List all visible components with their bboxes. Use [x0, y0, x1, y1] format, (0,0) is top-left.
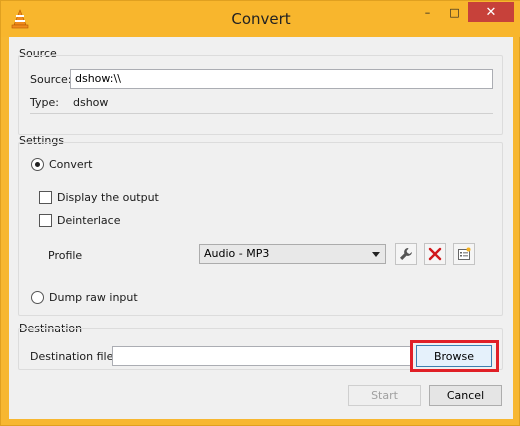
dialog-body: Source Source: dshow:\\ Type: dshow Sett… [9, 37, 513, 419]
destination-file-label: Destination file: [30, 350, 118, 363]
start-button[interactable]: Start [348, 385, 421, 406]
new-profile-button[interactable] [453, 243, 475, 265]
display-output-label[interactable]: Display the output [57, 191, 159, 204]
type-value: dshow [73, 96, 109, 109]
chevron-down-icon [372, 252, 380, 257]
minimize-button[interactable]: – [414, 2, 441, 22]
cancel-button[interactable]: Cancel [429, 385, 502, 406]
edit-profile-button[interactable] [395, 243, 417, 265]
profile-label: Profile [48, 249, 83, 262]
new-profile-icon [458, 247, 471, 260]
deinterlace-checkbox[interactable] [39, 214, 52, 227]
highlight-box [410, 340, 499, 372]
title-bar[interactable]: Convert – □ ✕ [1, 1, 520, 37]
type-label: Type: [30, 96, 59, 109]
wrench-icon [400, 248, 412, 260]
close-button[interactable]: ✕ [468, 2, 514, 22]
delete-profile-button[interactable] [424, 243, 446, 265]
delete-x-icon [428, 247, 442, 261]
maximize-button[interactable]: □ [441, 2, 468, 22]
display-output-checkbox[interactable] [39, 191, 52, 204]
source-input[interactable]: dshow:\\ [70, 69, 493, 89]
dump-raw-label[interactable]: Dump raw input [49, 291, 138, 304]
convert-label[interactable]: Convert [49, 158, 93, 171]
convert-radio[interactable] [31, 158, 44, 171]
source-divider [30, 113, 493, 114]
destination-file-input[interactable] [112, 346, 412, 366]
profile-select-value: Audio - MP3 [204, 247, 270, 260]
convert-window: Convert – □ ✕ Source Source: dshow:\\ Ty… [0, 0, 520, 426]
deinterlace-label[interactable]: Deinterlace [57, 214, 120, 227]
profile-select[interactable]: Audio - MP3 [199, 244, 386, 264]
source-label: Source: [30, 73, 72, 86]
source-group [18, 55, 503, 135]
dump-raw-radio[interactable] [31, 291, 44, 304]
